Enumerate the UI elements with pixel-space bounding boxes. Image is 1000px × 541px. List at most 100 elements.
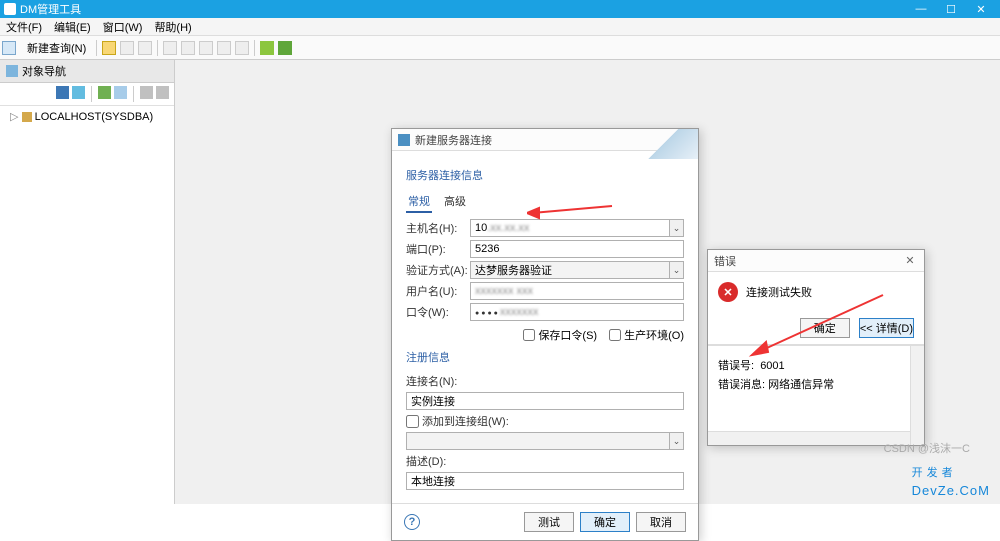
menu-edit[interactable]: 编辑(E)	[48, 19, 97, 35]
tabs: 常规 高级	[406, 191, 684, 213]
auth-value: 达梦服务器验证	[475, 262, 552, 278]
separator	[96, 40, 97, 56]
prod-env-checkbox[interactable]: 生产环境(O)	[609, 327, 684, 343]
dialog-title: 新建服务器连接	[415, 132, 492, 148]
new-query-button[interactable]: 新建查询(N)	[20, 38, 93, 58]
error-titlebar[interactable]: 错误 ✕	[708, 250, 924, 272]
error-title: 错误	[714, 253, 736, 269]
add-group-checkbox[interactable]: 添加到连接组(W):	[406, 413, 509, 429]
sidebar-header: 对象导航	[0, 60, 174, 83]
desc-label: 描述(D):	[406, 453, 470, 469]
sidebar-toolbar	[0, 83, 174, 106]
tool-icon[interactable]	[199, 41, 213, 55]
save-pwd-checkbox[interactable]: 保存口令(S)	[523, 327, 597, 343]
host-input[interactable]: 10.xx.xx.xx ⌄	[470, 219, 684, 237]
conn-name-input[interactable]: 实例连接	[406, 392, 684, 410]
error-icon: ✕	[718, 282, 738, 302]
help-icon[interactable]: ?	[404, 514, 420, 530]
separator	[254, 40, 255, 56]
tool-icon[interactable]	[163, 41, 177, 55]
filter-icon[interactable]	[98, 86, 111, 99]
new-query-icon	[2, 41, 16, 55]
error-dialog: 错误 ✕ ✕ 连接测试失败 确定 << 详情(D) 错误号: 6001 错误消息…	[707, 249, 925, 446]
separator	[91, 86, 92, 102]
error-details-panel: 错误号: 6001 错误消息: 网络通信异常	[708, 345, 924, 445]
error-msg-value: 网络通信异常	[768, 379, 834, 391]
dialog-icon	[398, 134, 410, 146]
error-message: 连接测试失败	[746, 284, 812, 300]
tree-node-label: LOCALHOST(SYSDBA)	[35, 111, 154, 123]
host-label: 主机名(H):	[406, 220, 470, 236]
pwd-input[interactable]: xxxxxxx	[470, 303, 684, 321]
cancel-button[interactable]: 取消	[636, 512, 686, 532]
maximize-button[interactable]: ☐	[936, 0, 966, 18]
new-connection-dialog: 新建服务器连接 ✕ 服务器连接信息 常规 高级 主机名(H): 10.xx.xx…	[391, 128, 699, 541]
auth-label: 验证方式(A):	[406, 262, 470, 278]
tree-node-localhost[interactable]: LOCALHOST(SYSDBA)	[0, 106, 174, 127]
blurred-text: xxxxxxx	[500, 306, 539, 318]
window-titlebar: DM管理工具 — ☐ ✕	[0, 0, 1000, 18]
dialog-close-button[interactable]: ✕	[676, 132, 692, 148]
dialog-footer: ? 测试 确定 取消	[392, 503, 698, 540]
app-icon	[4, 3, 16, 15]
dialog-titlebar[interactable]: 新建服务器连接 ✕	[392, 129, 698, 151]
port-label: 端口(P):	[406, 241, 470, 257]
folder-icon[interactable]	[102, 41, 116, 55]
dropdown-icon[interactable]: ⌄	[669, 262, 683, 278]
home-icon[interactable]	[278, 41, 292, 55]
sidebar-title: 对象导航	[22, 63, 66, 79]
error-ok-button[interactable]: 确定	[800, 318, 850, 338]
error-no-value: 6001	[760, 360, 784, 372]
refresh-icon[interactable]	[72, 86, 85, 99]
scrollbar-vertical[interactable]	[910, 346, 924, 445]
sidebar: 对象导航 LOCALHOST(SYSDBA)	[0, 60, 175, 504]
auth-select[interactable]: 达梦服务器验证 ⌄	[470, 261, 684, 279]
watermark-logo: 开发者 DevZe.CoM	[912, 451, 990, 498]
blurred-text: xxxxxxx xxx	[475, 285, 533, 297]
separator	[157, 40, 158, 56]
tool-icon[interactable]	[235, 41, 249, 55]
toolbar: 新建查询(N)	[0, 36, 1000, 60]
user-input[interactable]: xxxxxxx xxx	[470, 282, 684, 300]
app-title: DM管理工具	[20, 1, 81, 17]
nav-icon	[6, 65, 18, 77]
menu-icon[interactable]	[156, 86, 169, 99]
port-value: 5236	[475, 243, 499, 255]
connect-icon[interactable]	[56, 86, 69, 99]
menu-window[interactable]: 窗口(W)	[97, 19, 149, 35]
menu-file[interactable]: 文件(F)	[0, 19, 48, 35]
minimize-button[interactable]: —	[906, 0, 936, 18]
error-msg-label: 错误消息:	[718, 379, 765, 391]
save-icon[interactable]	[120, 41, 134, 55]
tab-advanced[interactable]: 高级	[442, 191, 468, 213]
scrollbar-horizontal[interactable]	[708, 431, 910, 445]
search-icon[interactable]	[114, 86, 127, 99]
blurred-text: .xx.xx.xx	[487, 222, 529, 234]
host-value: 10	[475, 222, 487, 234]
ok-button[interactable]: 确定	[580, 512, 630, 532]
separator	[133, 86, 134, 102]
menu-help[interactable]: 帮助(H)	[148, 19, 197, 35]
desc-input[interactable]: 本地连接	[406, 472, 684, 490]
house-green-icon[interactable]	[260, 41, 274, 55]
dropdown-icon[interactable]: ⌄	[669, 220, 683, 236]
menu-bar: 文件(F) 编辑(E) 窗口(W) 帮助(H)	[0, 18, 1000, 36]
close-button[interactable]: ✕	[966, 0, 996, 18]
tab-general[interactable]: 常规	[406, 191, 432, 213]
error-close-button[interactable]: ✕	[902, 253, 918, 269]
section-register-info: 注册信息	[406, 349, 684, 365]
section-server-info: 服务器连接信息	[406, 167, 684, 183]
conn-name-label: 连接名(N):	[406, 373, 470, 389]
test-button[interactable]: 测试	[524, 512, 574, 532]
group-select[interactable]: ⌄	[406, 432, 684, 450]
error-no-label: 错误号:	[718, 360, 754, 372]
collapse-icon[interactable]	[140, 86, 153, 99]
error-details-button[interactable]: << 详情(D)	[859, 318, 914, 338]
tool-icon[interactable]	[181, 41, 195, 55]
pwd-masked	[475, 306, 500, 318]
dropdown-icon[interactable]: ⌄	[669, 433, 683, 449]
port-input[interactable]: 5236	[470, 240, 684, 258]
tool-icon[interactable]	[217, 41, 231, 55]
save-all-icon[interactable]	[138, 41, 152, 55]
pwd-label: 口令(W):	[406, 304, 470, 320]
